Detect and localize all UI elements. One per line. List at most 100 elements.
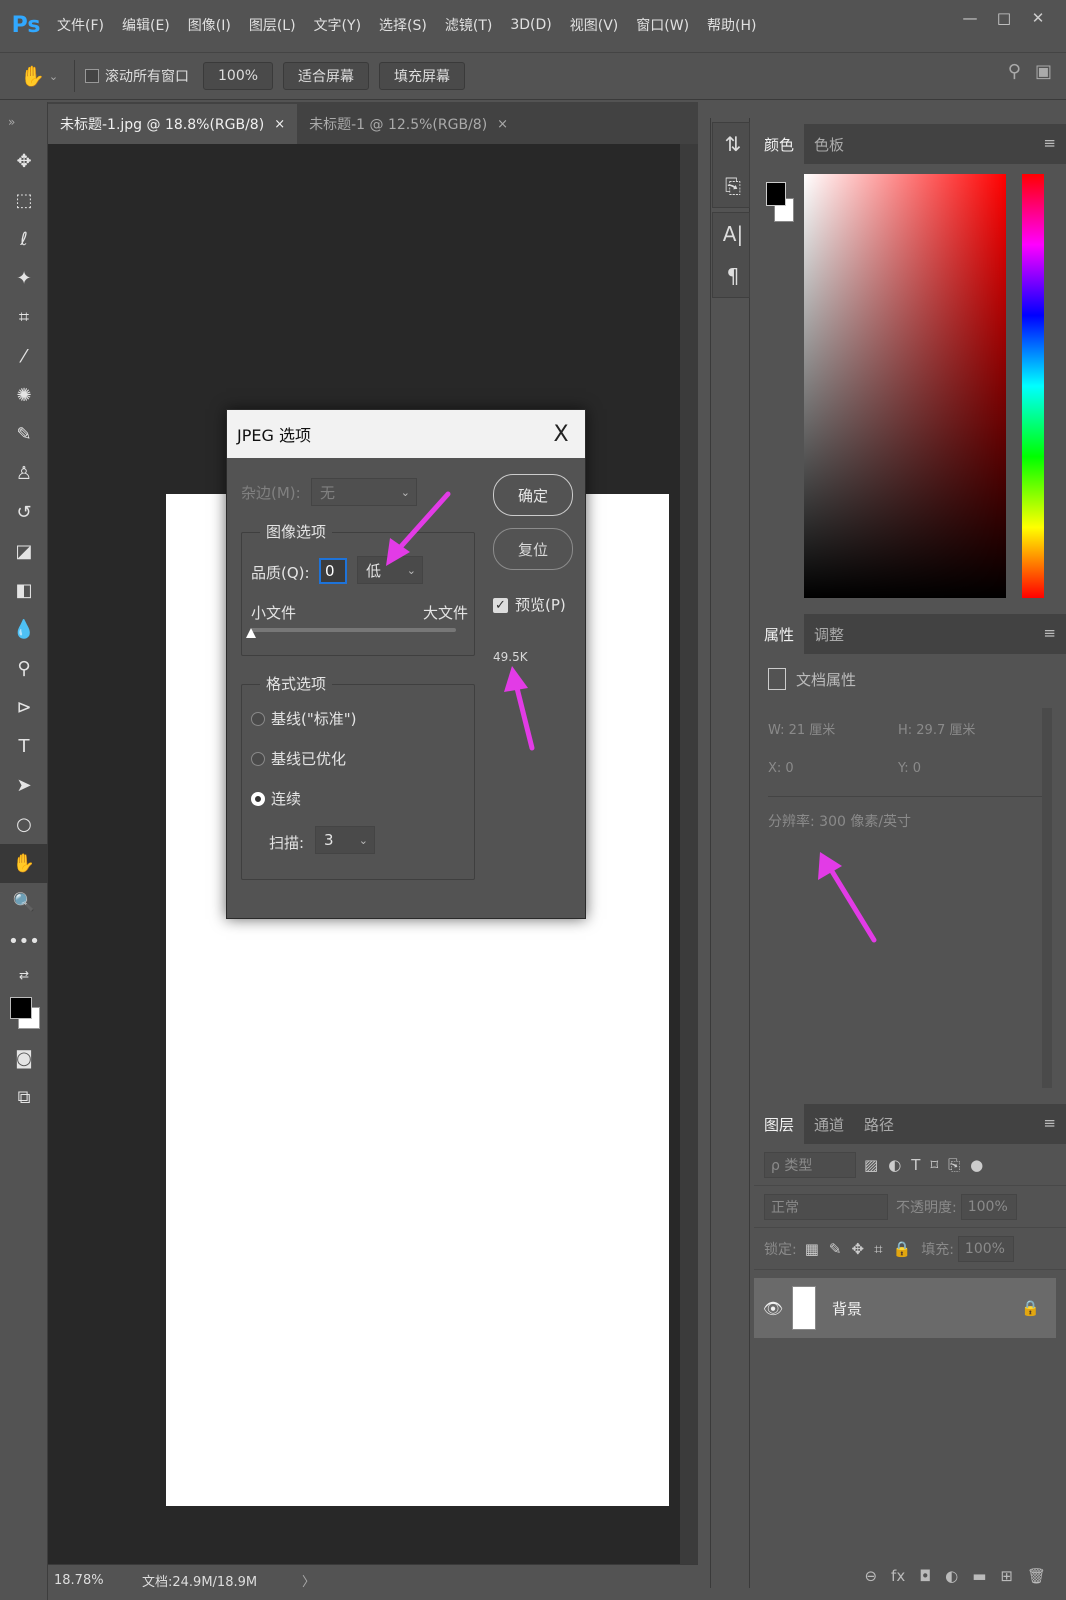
menu-help[interactable]: 帮助(H) [698,15,765,35]
adjustment-filter-icon[interactable]: ◐ [888,1156,901,1174]
dialog-close-button[interactable]: X [547,420,575,448]
visibility-eye-icon[interactable]: 👁 [754,1299,792,1318]
history-panel-icon[interactable]: ⇅ [713,123,753,165]
lock-paint-icon[interactable]: ✎ [829,1240,842,1258]
lock-artboard-icon[interactable]: ⌗ [874,1240,882,1258]
zoom-level[interactable]: 18.78% [48,1573,128,1588]
layer-filter-select[interactable]: ρ 类型 [764,1151,856,1178]
opacity-input[interactable]: 100% [960,1193,1017,1220]
tab-document-1[interactable]: 未标题-1.jpg @ 18.8%(RGB/8) × [48,104,298,144]
layer-row-background[interactable]: 👁 背景 🔒 [754,1278,1056,1338]
move-tool-icon[interactable]: ✥ [0,142,48,181]
crop-tool-icon[interactable]: ⌗ [0,298,48,337]
reset-button[interactable]: 复位 [493,528,573,570]
link-layers-icon[interactable]: ⊖ [864,1567,877,1585]
lock-all-icon[interactable]: 🔒 [893,1240,912,1258]
scans-select[interactable]: 3 ⌄ [315,826,375,854]
menu-edit[interactable]: 编辑(E) [113,15,179,35]
panel-menu-icon[interactable]: ≡ [1043,624,1056,642]
lasso-tool-icon[interactable]: ℓ [0,220,48,259]
panel-menu-icon[interactable]: ≡ [1043,134,1056,152]
quality-slider-track[interactable] [251,628,456,632]
quick-mask-icon[interactable]: ◙ [0,1039,48,1078]
blur-tool-icon[interactable]: 💧 [0,610,48,649]
search-icon[interactable]: ⚲ [1008,61,1021,82]
new-group-icon[interactable]: ▬ [972,1567,986,1585]
ok-button[interactable]: 确定 [493,474,573,516]
screen-mode-icon[interactable]: ⧉ [0,1078,48,1117]
gradient-tool-icon[interactable]: ◧ [0,571,48,610]
paragraph-panel-icon[interactable]: ¶ [713,255,753,297]
collapse-toolbar-icon[interactable]: » [0,102,48,142]
progressive-radio[interactable] [251,792,265,806]
tab-close-icon[interactable]: × [497,117,508,132]
lock-transparent-icon[interactable]: ▦ [805,1240,819,1258]
shape-filter-icon[interactable]: ⌑ [930,1156,938,1174]
fx-icon[interactable]: fx [891,1567,905,1585]
history-brush-tool-icon[interactable]: ↺ [0,493,48,532]
menu-filter[interactable]: 滤镜(T) [436,15,501,35]
blend-mode-select[interactable]: 正常 [764,1193,888,1220]
foreground-color-swatch[interactable] [766,182,786,206]
add-mask-icon[interactable]: ◘ [919,1567,931,1585]
color-picker-field[interactable] [804,174,1006,598]
character-panel-icon[interactable]: A| [713,213,753,255]
hue-slider[interactable] [1022,174,1044,598]
menu-3d[interactable]: 3D(D) [501,17,560,33]
type-tool-icon[interactable]: T [0,727,48,766]
menu-image[interactable]: 图像(I) [179,15,240,35]
status-menu-arrow[interactable]: 〉 [298,1571,315,1590]
hand-tool-preset-icon[interactable]: ✋ ⌄ [14,56,64,96]
fill-input[interactable]: 100% [957,1235,1014,1262]
tab-adjustments[interactable]: 调整 [804,614,854,654]
foreground-color-swatch[interactable] [10,997,32,1019]
delete-layer-icon[interactable]: 🗑 [1027,1567,1046,1585]
panel-menu-icon[interactable]: ≡ [1043,1114,1056,1132]
minimize-button[interactable]: — [956,6,984,30]
baseline-optimized-radio[interactable] [251,752,265,766]
quality-level-select[interactable]: 低 ⌄ [357,556,423,584]
swap-colors-icon[interactable]: ⇄ [0,961,48,989]
tab-close-icon[interactable]: × [274,117,285,132]
menu-view[interactable]: 视图(V) [561,15,628,35]
tab-properties[interactable]: 属性 [754,614,805,654]
new-layer-icon[interactable]: ⊞ [1000,1567,1013,1585]
tab-document-2[interactable]: 未标题-1 @ 12.5%(RGB/8) × [297,104,520,144]
filter-toggle-icon[interactable]: ● [970,1156,983,1174]
properties-panel-icon[interactable]: ⎘ [713,165,753,207]
zoom-100-button[interactable]: 100% [203,62,274,90]
baseline-standard-radio[interactable] [251,712,265,726]
eyedropper-tool-icon[interactable]: ⁄ [0,337,48,376]
tab-channels[interactable]: 通道 [804,1104,854,1144]
magic-wand-tool-icon[interactable]: ✦ [0,259,48,298]
lock-position-icon[interactable]: ✥ [851,1240,864,1258]
menu-select[interactable]: 选择(S) [370,15,436,35]
fill-screen-button[interactable]: 填充屏幕 [379,62,466,90]
eraser-tool-icon[interactable]: ◪ [0,532,48,571]
menu-file[interactable]: 文件(F) [48,15,113,35]
type-filter-icon[interactable]: T [911,1156,920,1174]
canvas-scrollbar[interactable] [680,144,698,1564]
menu-window[interactable]: 窗口(W) [627,15,698,35]
dodge-tool-icon[interactable]: ⚲ [0,649,48,688]
path-selection-tool-icon[interactable]: ➤ [0,766,48,805]
tab-layers[interactable]: 图层 [754,1104,805,1144]
preview-label[interactable]: 预览(P) [515,594,566,615]
progressive-label[interactable]: 连续 [271,788,301,809]
zoom-tool-icon[interactable]: 🔍 [0,883,48,922]
hand-tool-icon[interactable]: ✋ [0,844,48,883]
quality-slider-thumb[interactable] [246,628,256,638]
pixel-filter-icon[interactable]: ▨ [864,1156,878,1174]
workspace-icon[interactable]: ▣ [1035,61,1052,82]
new-adjustment-icon[interactable]: ◐ [945,1567,958,1585]
color-swatches[interactable] [0,989,48,1039]
more-tools-icon[interactable]: ••• [0,922,48,961]
dialog-titlebar[interactable]: JPEG 选项 X [227,410,585,458]
brush-tool-icon[interactable]: ✎ [0,415,48,454]
scroll-all-windows-checkbox[interactable] [85,69,99,83]
ellipse-tool-icon[interactable]: ○ [0,805,48,844]
tab-color[interactable]: 颜色 [754,124,805,164]
maximize-button[interactable]: □ [990,6,1018,30]
close-window-button[interactable]: ✕ [1024,6,1052,30]
menu-type[interactable]: 文字(Y) [305,15,370,35]
